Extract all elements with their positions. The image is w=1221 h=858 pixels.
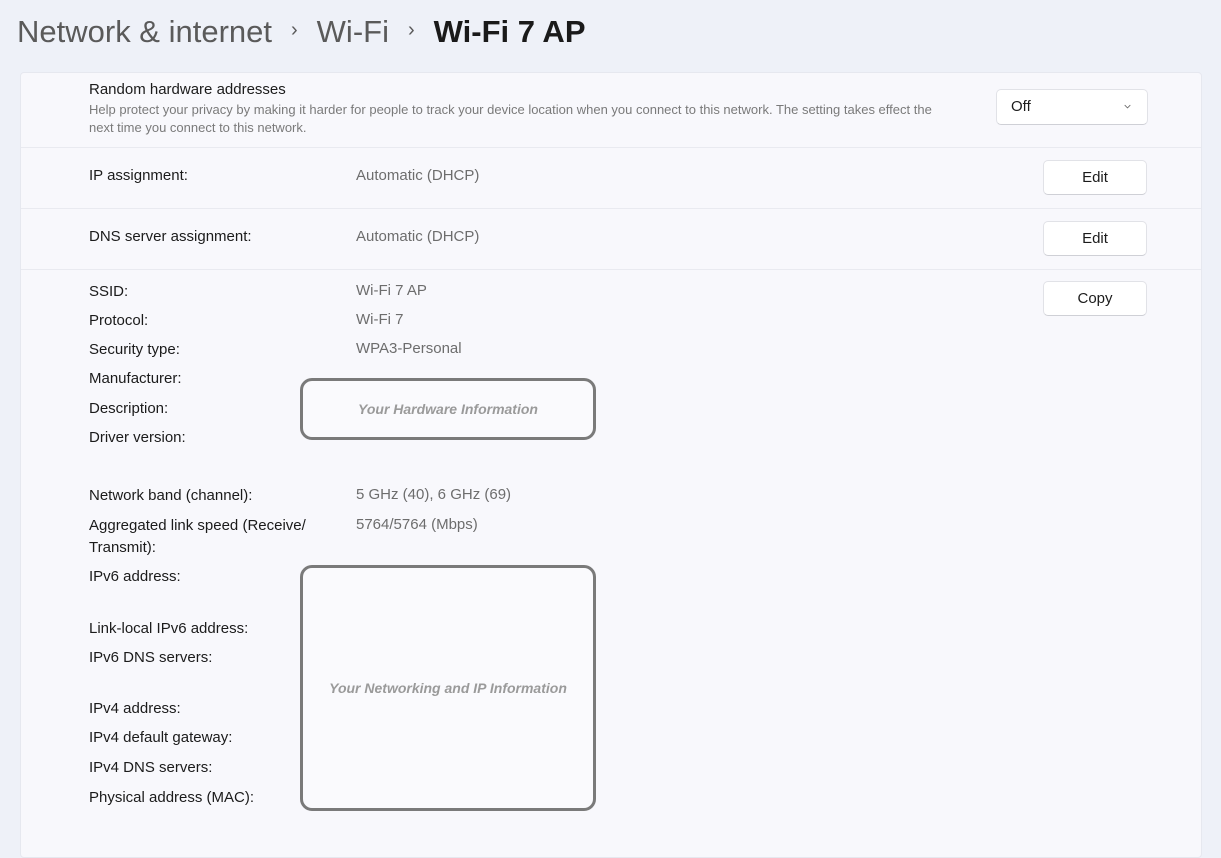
random-hardware-addresses-row: Random hardware addresses Help protect y… xyxy=(21,73,1201,148)
random-hw-selected: Off xyxy=(1011,98,1031,115)
ssid-label: SSID: xyxy=(89,283,129,300)
network-properties-panel: Random hardware addresses Help protect y… xyxy=(20,72,1202,858)
link-speed-label-line2: Transmit): xyxy=(89,539,156,556)
random-hw-description: Help protect your privacy by making it h… xyxy=(89,102,932,135)
ip-assignment-edit-button[interactable]: Edit xyxy=(1043,160,1147,195)
breadcrumb: Network & internet › Wi-Fi › Wi-Fi 7 AP xyxy=(17,14,586,50)
dns-assignment-edit-button[interactable]: Edit xyxy=(1043,221,1147,256)
manufacturer-label: Manufacturer: xyxy=(89,370,182,387)
mac-address-label: Physical address (MAC): xyxy=(89,789,255,806)
dns-assignment-label: DNS server assignment: xyxy=(89,228,252,245)
ssid-value: Wi-Fi 7 AP xyxy=(356,282,427,299)
dns-assignment-row: DNS server assignment: Automatic (DHCP) … xyxy=(21,209,1201,270)
hardware-redaction-text: Your Hardware Information xyxy=(358,401,538,417)
ipv4-dns-label: IPv4 DNS servers: xyxy=(89,759,213,776)
chevron-right-icon: › xyxy=(291,18,298,41)
link-speed-value: 5764/5764 (Mbps) xyxy=(356,516,478,533)
dns-assignment-value: Automatic (DHCP) xyxy=(356,228,480,245)
ipv4-address-label: IPv4 address: xyxy=(89,700,181,717)
ip-assignment-row: IP assignment: Automatic (DHCP) Edit xyxy=(21,148,1201,209)
random-hw-title: Random hardware addresses xyxy=(89,81,286,98)
security-type-value: WPA3-Personal xyxy=(356,340,462,357)
protocol-value: Wi-Fi 7 xyxy=(356,311,404,328)
description-label: Description: xyxy=(89,400,169,417)
page-title: Wi-Fi 7 AP xyxy=(433,14,586,49)
network-redaction-text: Your Networking and IP Information xyxy=(329,680,567,696)
ipv6-dns-label: IPv6 DNS servers: xyxy=(89,649,213,666)
chevron-down-icon xyxy=(1124,104,1131,109)
copy-button[interactable]: Copy xyxy=(1043,281,1147,316)
breadcrumb-network-internet[interactable]: Network & internet xyxy=(17,14,272,50)
breadcrumb-wifi[interactable]: Wi-Fi xyxy=(317,14,389,50)
ipv6-address-label: IPv6 address: xyxy=(89,568,181,585)
driver-version-label: Driver version: xyxy=(89,429,186,446)
chevron-right-icon: › xyxy=(407,18,415,41)
hardware-info-redaction: Your Hardware Information xyxy=(300,378,596,440)
protocol-label: Protocol: xyxy=(89,312,149,329)
link-speed-label-line1: Aggregated link speed (Receive/ xyxy=(89,517,306,534)
link-local-ipv6-label: Link-local IPv6 address: xyxy=(89,620,249,637)
random-hw-dropdown[interactable]: Off xyxy=(996,89,1148,125)
ip-assignment-value: Automatic (DHCP) xyxy=(356,167,480,184)
network-info-redaction: Your Networking and IP Information xyxy=(300,565,596,811)
security-type-label: Security type: xyxy=(89,341,180,358)
network-band-label: Network band (channel): xyxy=(89,487,253,504)
ip-assignment-label: IP assignment: xyxy=(89,167,188,184)
ipv4-gateway-label: IPv4 default gateway: xyxy=(89,729,233,746)
network-band-value: 5 GHz (40), 6 GHz (69) xyxy=(356,486,512,503)
